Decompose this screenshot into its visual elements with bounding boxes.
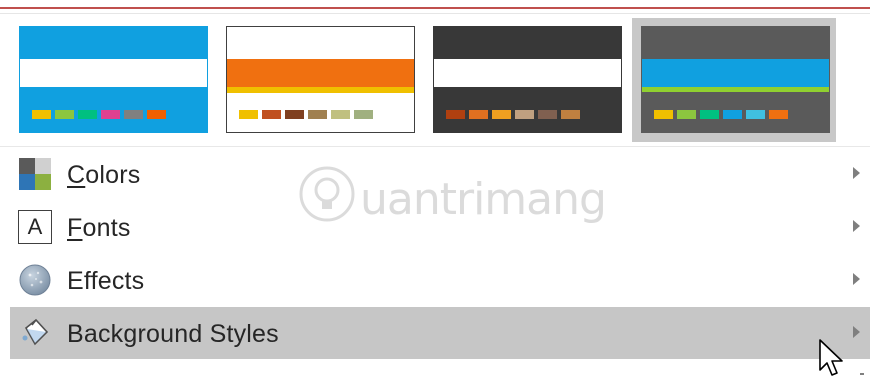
color-swatch [723, 110, 742, 119]
color-swatch [354, 110, 373, 119]
chevron-right-icon [853, 326, 860, 338]
top-accent-line [0, 7, 870, 9]
color-swatch [285, 110, 304, 119]
color-swatch [308, 110, 327, 119]
menu-item-label: Background Styles [67, 320, 279, 348]
color-swatch [147, 110, 166, 119]
theme-swatches [239, 110, 373, 119]
variant-dark[interactable] [424, 18, 628, 142]
chevron-right-icon [853, 273, 860, 285]
resize-grip[interactable] [860, 373, 864, 375]
color-swatch [55, 110, 74, 119]
thumb-accent-stripe [642, 87, 829, 92]
color-swatch [331, 110, 350, 119]
variant-thumbnail [19, 26, 208, 133]
variant-blue[interactable] [10, 18, 214, 142]
color-swatch [239, 110, 258, 119]
color-swatch [538, 110, 557, 119]
theme-swatches [654, 110, 788, 119]
color-swatch [124, 110, 143, 119]
menu-item-label: Fonts [67, 214, 131, 242]
menu-item-background-styles[interactable]: Background Styles [10, 307, 870, 359]
menu-item-effects[interactable]: Effects [10, 254, 870, 306]
top-separator [0, 13, 870, 14]
chevron-right-icon [853, 220, 860, 232]
color-swatch [654, 110, 673, 119]
menu-item-label: Colors [67, 161, 141, 189]
fonts-icon: A [18, 210, 52, 244]
thumb-middle-band [227, 59, 414, 87]
mouse-cursor-icon [819, 339, 843, 376]
thumb-middle-band [642, 59, 829, 87]
color-swatch [769, 110, 788, 119]
color-swatch [32, 110, 51, 119]
color-swatch [78, 110, 97, 119]
menu-item-colors[interactable]: Colors [10, 148, 870, 200]
effects-icon [19, 264, 51, 296]
font-glyph: A [27, 214, 43, 239]
thumb-top-band [642, 27, 829, 59]
variant-thumbnail [641, 26, 830, 133]
color-swatch [492, 110, 511, 119]
thumb-middle-band [20, 59, 207, 87]
menu-item-fonts[interactable]: A Fonts [10, 201, 870, 253]
gallery-divider [0, 146, 870, 147]
variant-gray-blue[interactable] [632, 18, 836, 142]
color-swatch [515, 110, 534, 119]
variant-gallery [0, 18, 870, 142]
theme-swatches [32, 110, 166, 119]
color-swatch [469, 110, 488, 119]
thumb-top-band [227, 27, 414, 59]
chevron-right-icon [853, 167, 860, 179]
menu-item-label: Effects [67, 267, 145, 295]
variant-thumbnail [433, 26, 622, 133]
colors-icon [19, 158, 51, 190]
color-swatch [700, 110, 719, 119]
thumb-top-band [20, 27, 207, 59]
color-swatch [446, 110, 465, 119]
paint-bucket-icon [22, 318, 49, 346]
variant-orange[interactable] [217, 18, 421, 142]
color-swatch [561, 110, 580, 119]
thumb-accent-stripe [227, 87, 414, 93]
color-swatch [101, 110, 120, 119]
variant-thumbnail [226, 26, 415, 133]
color-swatch [262, 110, 281, 119]
thumb-middle-band [434, 59, 621, 87]
color-swatch [677, 110, 696, 119]
color-swatch [746, 110, 765, 119]
thumb-top-band [434, 27, 621, 59]
theme-swatches [446, 110, 580, 119]
